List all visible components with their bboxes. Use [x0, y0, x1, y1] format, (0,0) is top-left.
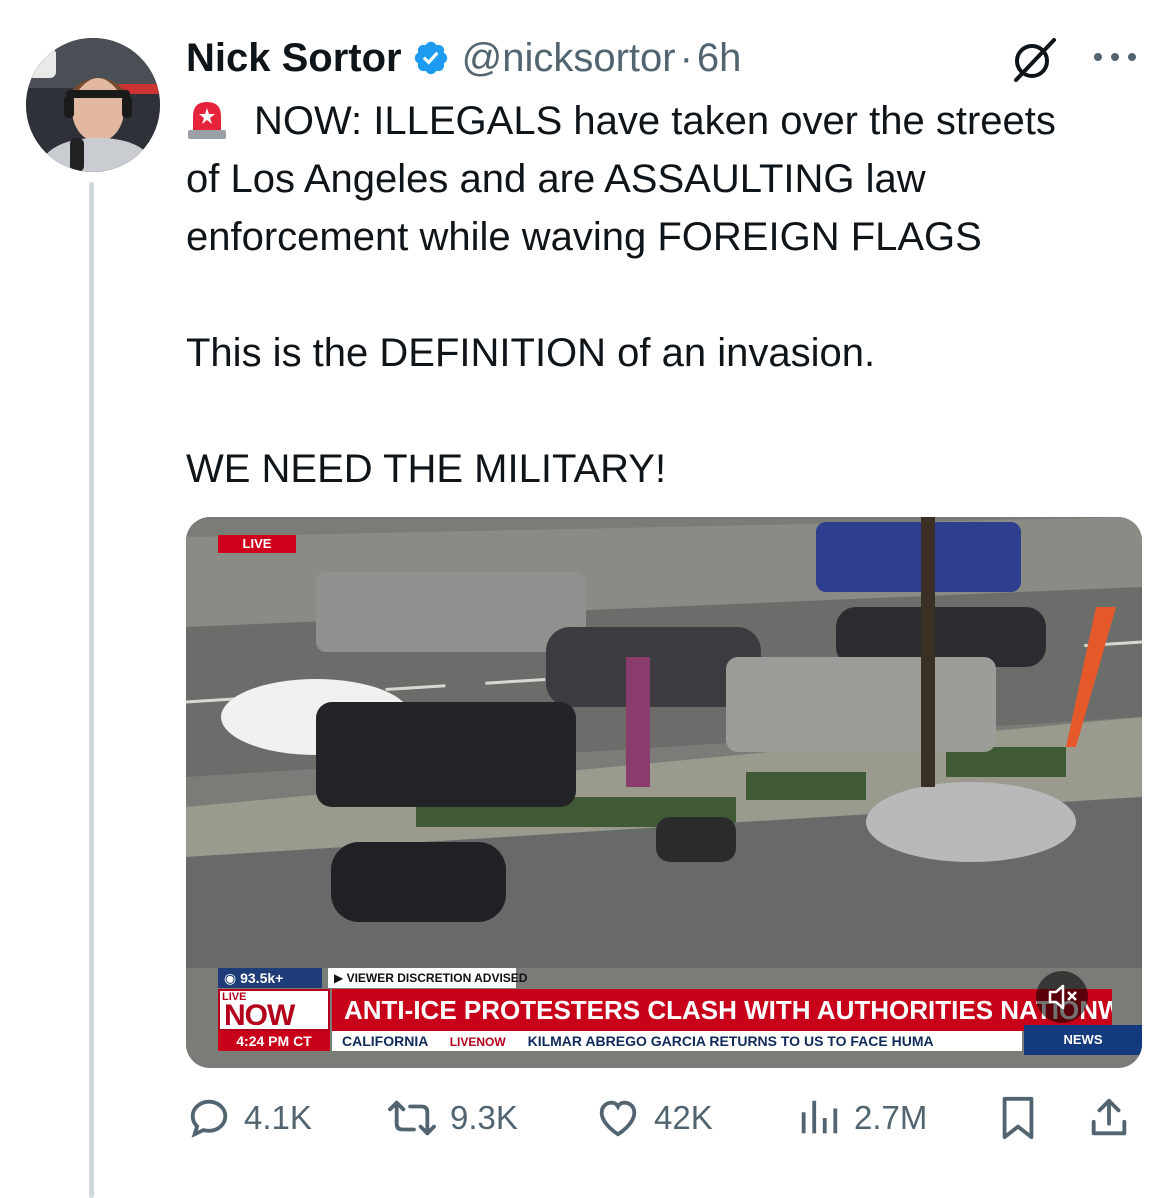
livenow-logo: LIVE NOW [218, 989, 330, 1032]
viewer-count-value: 93.5k+ [240, 970, 284, 986]
reply-count: 4.1K [244, 1099, 312, 1136]
like-count: 42K [654, 1099, 713, 1136]
like-button[interactable]: 42K [594, 1090, 713, 1146]
author-handle[interactable]: @nicksortor [462, 36, 676, 81]
views-chart-icon [801, 1100, 838, 1134]
tweet-body: NOW: ILLEGALS have taken over the street… [186, 92, 1156, 498]
tweet-header: Nick Sortor @nicksortor · 6h [186, 30, 741, 86]
rotating-light-siren-icon [188, 102, 226, 139]
ticker-location: CALIFORNIA [342, 1033, 428, 1049]
bookmark-button[interactable] [998, 1090, 1050, 1146]
viewer-discretion-label: ▶ VIEWER DISCRETION ADVISED [328, 968, 527, 988]
tweet-line-3: enforcement while waving FOREIGN FLAGS [186, 215, 982, 259]
repost-button[interactable]: 9.3K [386, 1090, 518, 1146]
repost-icon [388, 1100, 436, 1136]
share-button[interactable] [1086, 1090, 1144, 1146]
livenow-big-text: NOW [224, 999, 295, 1032]
repost-count: 9.3K [450, 1099, 518, 1136]
author-avatar[interactable] [26, 38, 160, 172]
tweet-line-1: NOW: ILLEGALS have taken over the street… [254, 99, 1056, 143]
mute-button[interactable] [1036, 971, 1088, 1023]
view-count: 2.7M [854, 1099, 928, 1136]
broadcast-time: 4:24 PM CT [218, 1031, 330, 1051]
reply-button[interactable]: 4.1K [186, 1090, 312, 1146]
thread-line [89, 182, 94, 1198]
grok-icon[interactable] [1008, 36, 1064, 82]
heart-icon [599, 1100, 637, 1137]
tweet-video[interactable]: LIVE ◉ 93.5k+ ▶ VIEWER DISCRETION ADVISE… [186, 517, 1142, 1068]
tweet-line-2: of Los Angeles and are ASSAULTING law [186, 157, 926, 201]
header-separator: · [679, 35, 693, 80]
share-icon [1091, 1098, 1127, 1136]
views-button[interactable]: 2.7M [796, 1090, 927, 1146]
viewer-count: ◉ 93.5k+ [218, 968, 322, 988]
author-name[interactable]: Nick Sortor [186, 36, 402, 81]
discretion-text: VIEWER DISCRETION ADVISED [346, 971, 528, 985]
tweet-action-bar: 4.1K 9.3K 42K 2.7M [186, 1090, 1146, 1146]
live-badge: LIVE [218, 535, 296, 553]
news-label: NEWS [1024, 1025, 1142, 1055]
avatar-photo-icon [26, 38, 160, 172]
tweet-line-5: WE NEED THE MILITARY! [186, 447, 667, 491]
tweet-line-4: This is the DEFINITION of an invasion. [186, 331, 876, 375]
ticker-story: KILMAR ABREGO GARCIA RETURNS TO US TO FA… [527, 1033, 934, 1049]
reply-icon [190, 1099, 228, 1138]
news-headline: ANTI-ICE PROTESTERS CLASH WITH AUTHORITI… [332, 989, 1112, 1031]
speaker-muted-icon [1048, 984, 1077, 1010]
news-ticker: CALIFORNIA LIVENOW KILMAR ABREGO GARCIA … [332, 1031, 1022, 1051]
ticker-brand: LIVENOW [449, 1035, 506, 1049]
tweet-timestamp[interactable]: 6h [697, 36, 742, 81]
bookmark-icon [1002, 1096, 1034, 1140]
verified-badge-icon[interactable] [412, 39, 450, 77]
more-options-icon[interactable] [1090, 46, 1140, 68]
